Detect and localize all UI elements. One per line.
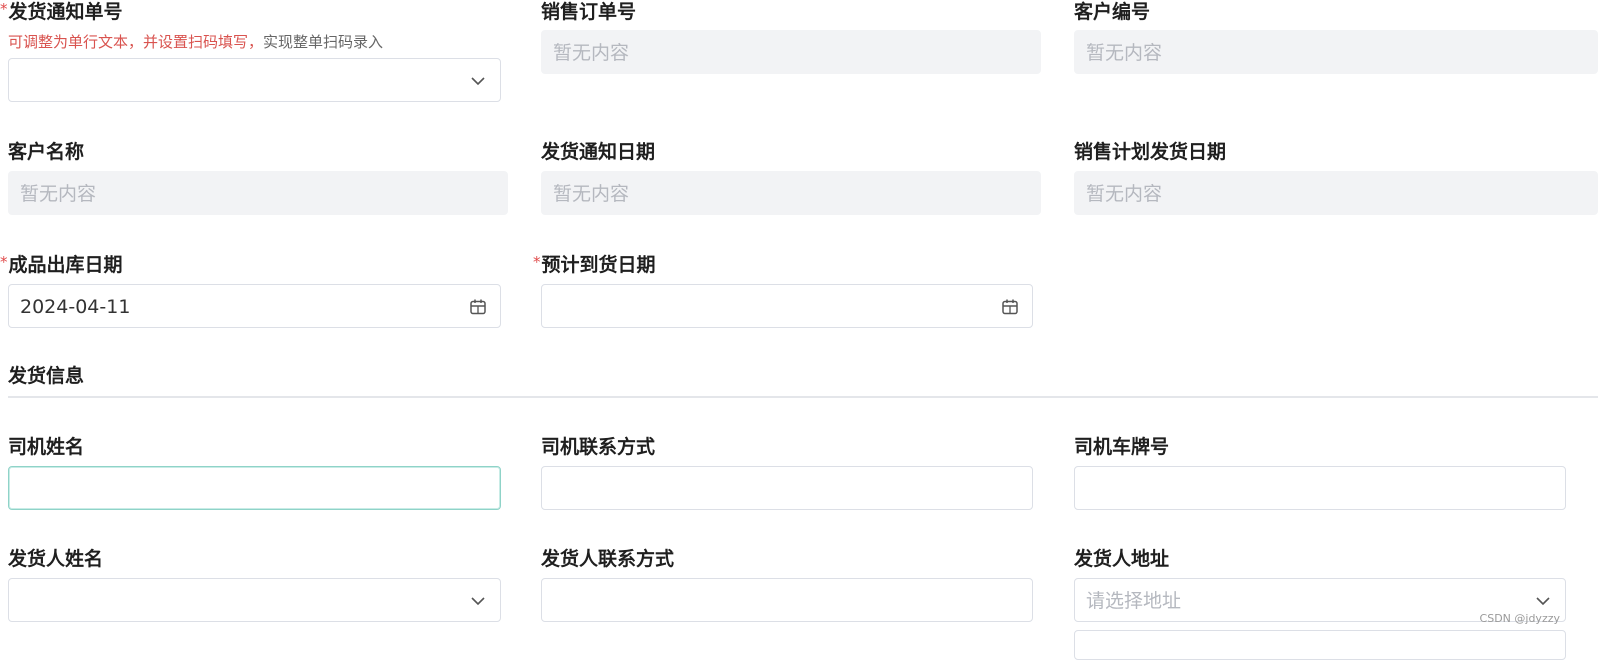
planned-ship-date-field: 暂无内容 <box>1074 171 1598 215</box>
customer-code-field: 暂无内容 <box>1074 30 1598 74</box>
driver-name-label: 司机姓名 <box>8 436 85 458</box>
sender-name-select[interactable] <box>8 578 501 622</box>
section-divider <box>8 396 1598 398</box>
driver-contact-input[interactable] <box>541 466 1033 510</box>
watermark: CSDN @jdyzzy <box>1479 612 1560 625</box>
chevron-down-icon <box>471 77 485 86</box>
notice-no-select[interactable] <box>8 58 501 102</box>
chevron-down-icon <box>471 597 485 606</box>
outbound-date-value: 2024-04-11 <box>20 296 131 318</box>
driver-contact-label: 司机联系方式 <box>541 436 656 458</box>
expected-arrival-label: *预计到货日期 <box>533 253 656 276</box>
customer-name-field: 暂无内容 <box>8 171 508 215</box>
driver-name-input[interactable] <box>8 466 501 510</box>
plate-no-label: 司机车牌号 <box>1074 436 1170 458</box>
required-mark: * <box>0 0 8 18</box>
plate-no-input[interactable] <box>1074 466 1566 510</box>
chevron-down-icon <box>1536 597 1550 606</box>
sales-order-no-field: 暂无内容 <box>541 30 1041 74</box>
customer-code-label: 客户编号 <box>1074 1 1151 23</box>
sender-contact-label: 发货人联系方式 <box>541 548 675 570</box>
calendar-icon <box>1002 299 1018 315</box>
sender-name-label: 发货人姓名 <box>8 548 104 570</box>
outbound-date-picker[interactable]: 2024-04-11 <box>8 284 501 328</box>
notice-date-label: 发货通知日期 <box>541 141 656 163</box>
customer-name-label: 客户名称 <box>8 141 85 163</box>
sender-address-label: 发货人地址 <box>1074 548 1170 570</box>
notice-no-label: *发货通知单号 <box>0 0 123 23</box>
calendar-icon <box>470 299 486 315</box>
sales-order-no-label: 销售订单号 <box>541 1 637 23</box>
planned-ship-date-label: 销售计划发货日期 <box>1074 141 1227 163</box>
section-title-shipping-info: 发货信息 <box>8 365 85 387</box>
expected-arrival-picker[interactable] <box>541 284 1033 328</box>
outbound-date-label: *成品出库日期 <box>0 253 123 276</box>
notice-no-hint: 可调整为单行文本，并设置扫码填写，实现整单扫码录入 <box>8 33 384 51</box>
sender-address-detail-input[interactable] <box>1074 630 1566 660</box>
sender-contact-input[interactable] <box>541 578 1033 622</box>
notice-date-field: 暂无内容 <box>541 171 1041 215</box>
